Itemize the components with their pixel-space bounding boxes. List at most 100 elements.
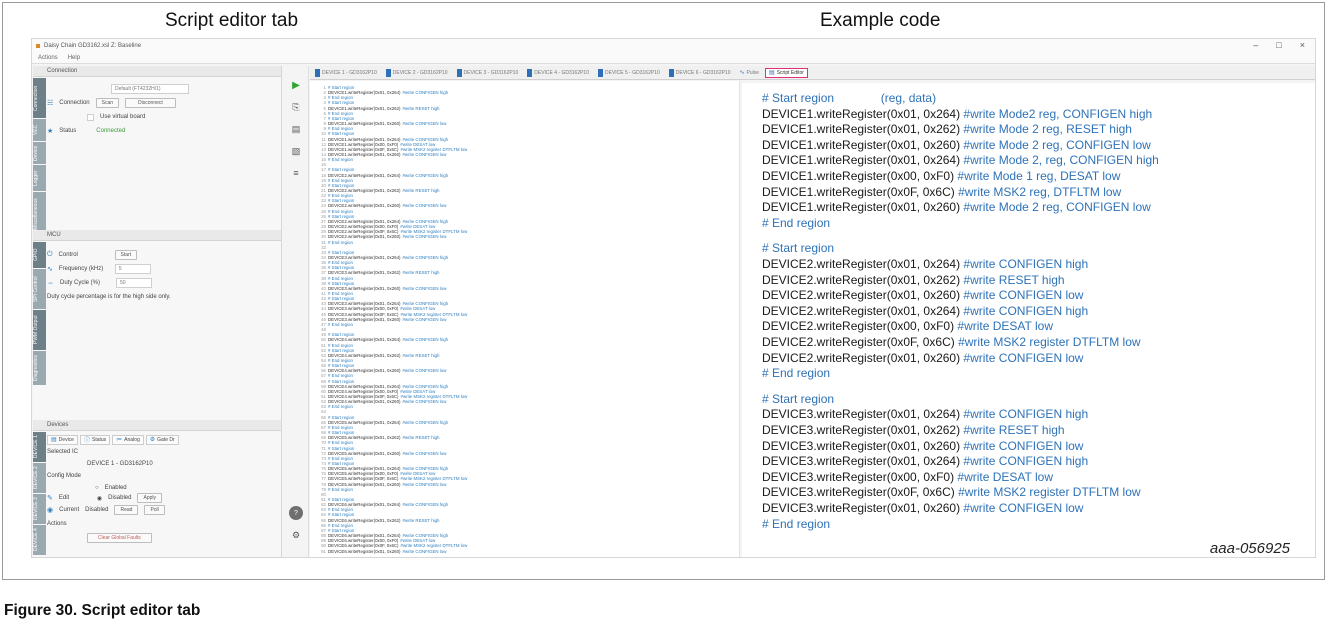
vtab-device4[interactable]: DEVICE 4 <box>33 525 46 555</box>
vtab-device1[interactable]: DEVICE 1 <box>33 432 46 462</box>
example-code-line: DEVICE2.writeRegister(0x01, 0x264) #writ… <box>762 304 1088 319</box>
example-code-text: # Start region <box>762 391 835 406</box>
example-code-text: # Start region <box>762 241 835 256</box>
tab-device6[interactable]: DEVICE 6 - GD3162P10 <box>666 68 734 78</box>
code-comment: #write CONFIGEN high <box>402 90 449 96</box>
example-comment: #write DESAT low <box>954 469 1053 484</box>
tab-device5[interactable]: DEVICE 5 - GD3162P10 <box>595 68 663 78</box>
vtab-device[interactable]: Device <box>33 142 46 164</box>
minimize-button[interactable]: – <box>1253 40 1258 50</box>
example-code-line: DEVICE1.writeRegister(0x01, 0x264) #writ… <box>762 107 1152 122</box>
port-select[interactable]: Default (FT4232H/1) <box>111 84 189 94</box>
example-comment: #write MSK2 register DTFLTM low <box>954 335 1141 349</box>
duty-select[interactable]: 50 <box>116 278 152 288</box>
tab-pulse[interactable]: ∿ Pulse <box>737 68 763 78</box>
settings-button[interactable]: ⚙ <box>289 528 303 542</box>
vtab-gpio[interactable]: GPIO <box>33 242 46 268</box>
vtab-pwm[interactable]: PWM Output <box>33 310 46 350</box>
duty-note: Duty cycle percentage is for the high si… <box>47 294 171 300</box>
tab-device3[interactable]: DEVICE 3 - GD3162P10 <box>454 68 522 78</box>
example-comment: #write RESET high <box>960 272 1065 287</box>
example-region-line: # End region <box>762 517 830 532</box>
code-comment: #write CONFIGEN low <box>402 121 447 127</box>
tab-device1[interactable]: DEVICE 1 - GD3162P10 <box>312 68 380 78</box>
example-comment: #write RESET high <box>960 423 1065 437</box>
example-comment: #write Mode 1 reg, DESAT low <box>954 169 1121 183</box>
tab-device2[interactable]: DEVICE 2 - GD3162P10 <box>383 68 451 78</box>
format-button[interactable]: ≡ <box>289 166 303 180</box>
code-comment: #write CONFIGEN high <box>402 254 449 260</box>
menu-actions[interactable]: Actions <box>38 55 58 61</box>
example-code-line: DEVICE1.writeRegister(0x0F, 0x6C) #write… <box>762 185 1121 200</box>
vtab-vec[interactable]: VEC <box>33 119 46 141</box>
subtab-device[interactable]: ▤ Device <box>47 434 78 445</box>
disabled-radio[interactable]: ◉ <box>97 495 102 502</box>
subtab-status[interactable]: ⓘ Status <box>79 434 111 445</box>
tab-script-editor[interactable]: ▤ Script Editor <box>765 67 808 78</box>
devices-vtabs: DEVICE 1 DEVICE 2 DEVICE 3 DEVICE 4 <box>33 432 46 556</box>
subtab-gate[interactable]: ⚙ Gate Dr <box>145 434 179 445</box>
disabled-label: Disabled <box>108 495 132 501</box>
vtab-logger[interactable]: Logger <box>33 165 46 191</box>
apply-button[interactable]: Apply <box>137 493 162 503</box>
control-label: Control <box>58 252 78 258</box>
code-line: 91 DEVICE6.writeRegister(0x01, 0x260) #wri… <box>310 549 446 554</box>
menu-help[interactable]: Help <box>68 55 80 61</box>
example-code-text: DEVICE3.writeRegister(0x0F, 0x6C) <box>762 485 955 500</box>
script-code-editor[interactable]: 1 # Start region 2 DEVICE1.writeRegister(0x… <box>310 81 740 557</box>
selected-ic-label: Selected IC <box>47 449 79 455</box>
code-comment: #write CONFIGEN low <box>402 481 447 487</box>
enabled-radio[interactable]: ○ <box>95 485 99 491</box>
example-code-text: DEVICE1.writeRegister(0x00, 0xF0) <box>762 169 955 183</box>
mcu-vtabs: GPIO SPI Control PWM Output Diagnostics <box>33 242 46 386</box>
example-comment: #write Mode2 reg, CONFIGEN high <box>960 106 1153 121</box>
help-button[interactable]: ? <box>289 506 303 520</box>
example-comment: #write CONFIGEN low <box>960 501 1084 515</box>
code-comment: #write CONFIGEN high <box>402 502 449 508</box>
save-button[interactable]: ▤ <box>289 122 303 136</box>
scan-button[interactable]: Scan <box>95 98 120 108</box>
frequency-select[interactable]: 5 <box>114 264 151 274</box>
read-button[interactable]: Read <box>114 505 139 515</box>
vtab-diag[interactable]: Diagnostics <box>33 351 46 385</box>
open-file-button[interactable]: ⎘ <box>289 100 303 114</box>
tab-device2-label: DEVICE 2 - GD3162P10 <box>392 69 448 76</box>
code-comment: #write CONFIGEN high <box>402 419 449 425</box>
run-script-button[interactable]: ▶ <box>289 78 303 92</box>
poll-button[interactable]: Poll <box>144 505 165 515</box>
save-as-button[interactable]: ▧ <box>289 144 303 158</box>
vtab-connection[interactable]: Connection <box>33 78 46 118</box>
tab-device4[interactable]: DEVICE 4 - GD3162P10 <box>524 68 592 78</box>
figure-id: aaa-056925 <box>1209 540 1290 557</box>
selected-ic-row: Selected IC <box>47 445 279 459</box>
vtab-device3[interactable]: DEVICE 3 <box>33 494 46 524</box>
actions-row: Actions <box>47 517 279 531</box>
virtual-label: Use virtual board <box>100 114 146 120</box>
code-comment <box>353 157 355 162</box>
vtab-device2[interactable]: DEVICE 2 <box>33 463 46 493</box>
port-row: Default (FT4232H/1) <box>47 82 279 96</box>
example-comment: #write MSK2 register DTFLTM low <box>954 485 1141 500</box>
clear-faults-button[interactable]: Clear Global Faults <box>87 533 152 543</box>
code-comment: #write RESET high <box>402 352 440 358</box>
connection-body: Default (FT4232H/1) ☵ Connection Scan Di… <box>47 82 279 138</box>
subtab-analog[interactable]: ≔ Analog <box>112 434 144 445</box>
example-code-line: DEVICE3.writeRegister(0x01, 0x262) #writ… <box>762 423 1065 438</box>
vtab-spi[interactable]: SPI Control <box>33 269 46 309</box>
example-code-text: DEVICE1.writeRegister(0x01, 0x260) <box>762 200 961 215</box>
example-code-text: DEVICE2.writeRegister(0x01, 0x260) <box>762 350 961 365</box>
actions-label: Actions <box>47 521 67 527</box>
disconnect-button[interactable]: Disconnect <box>125 98 176 108</box>
pulse-icon: ∿ <box>739 70 745 76</box>
example-code-panel: # Start region (reg, data) DEVICE1.writeR… <box>742 83 1315 557</box>
example-comment: #write CONFIGEN high <box>960 257 1089 271</box>
maximize-button[interactable]: □ <box>1276 40 1281 50</box>
example-code-text: DEVICE3.writeRegister(0x01, 0x262) <box>762 423 961 437</box>
virtual-checkbox[interactable] <box>87 113 94 121</box>
code-text: # End region <box>328 404 353 410</box>
example-code-line: DEVICE1.writeRegister(0x01, 0x262) #writ… <box>762 122 1132 137</box>
example-code-text: DEVICE2.writeRegister(0x00, 0xF0) <box>762 319 955 334</box>
close-button[interactable]: × <box>1300 40 1305 50</box>
start-button[interactable]: Start <box>114 250 138 260</box>
example-code-line: DEVICE2.writeRegister(0x01, 0x260) #writ… <box>762 288 1083 303</box>
